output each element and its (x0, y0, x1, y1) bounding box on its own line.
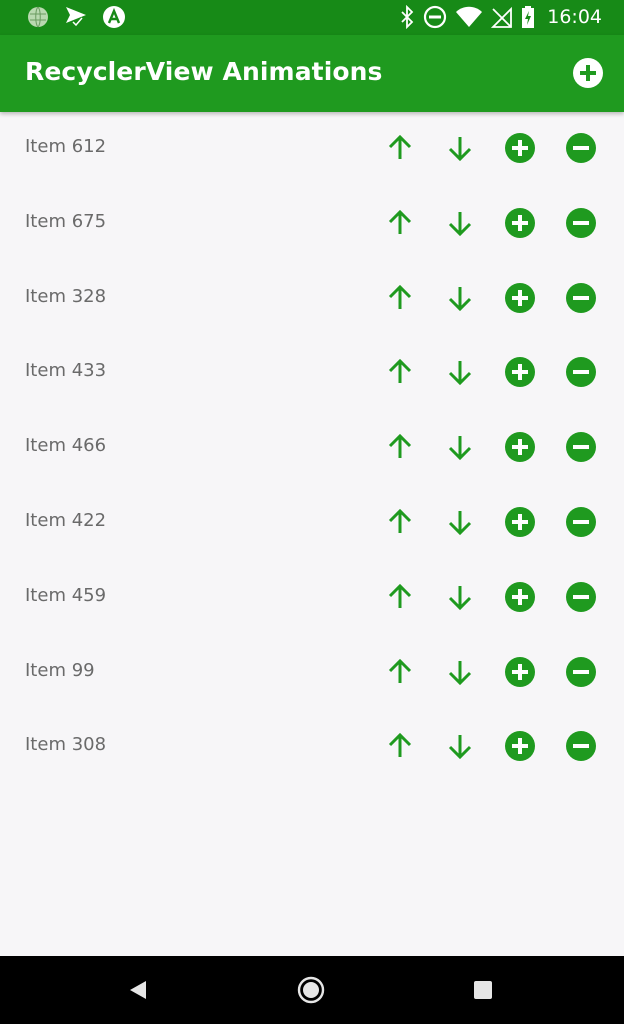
status-right-icons: 16:04 (391, 5, 602, 29)
no-signal-icon (491, 6, 513, 28)
send-check-icon (66, 7, 86, 27)
add-circle-icon[interactable] (504, 656, 536, 688)
item-label: Item 675 (25, 210, 107, 232)
add-circle-icon[interactable] (504, 431, 536, 463)
arrow-up-icon[interactable] (384, 356, 416, 388)
add-circle-icon[interactable] (504, 730, 536, 762)
arrow-up-icon[interactable] (384, 207, 416, 239)
list-item: Item 328 (0, 262, 624, 337)
add-circle-icon[interactable] (504, 581, 536, 613)
list-item: Item 459 (0, 561, 624, 636)
list-item: Item 612 (0, 112, 624, 187)
add-circle-icon[interactable] (504, 506, 536, 538)
remove-circle-icon[interactable] (565, 656, 597, 688)
remove-circle-icon[interactable] (565, 581, 597, 613)
arrow-down-icon[interactable] (444, 730, 476, 762)
remove-circle-icon[interactable] (565, 730, 597, 762)
arrow-down-icon[interactable] (444, 581, 476, 613)
remove-circle-icon[interactable] (565, 282, 597, 314)
arrow-down-icon[interactable] (444, 431, 476, 463)
list-item: Item 433 (0, 336, 624, 411)
bluetooth-icon (401, 5, 414, 29)
list-item: Item 422 (0, 486, 624, 561)
arrow-down-icon[interactable] (444, 132, 476, 164)
list-item: Item 308 (0, 710, 624, 785)
list-item: Item 99 (0, 636, 624, 711)
remove-circle-icon[interactable] (565, 506, 597, 538)
globe-icon (28, 6, 48, 28)
item-label: Item 422 (25, 509, 107, 531)
arrow-up-icon[interactable] (384, 431, 416, 463)
back-icon[interactable] (126, 978, 150, 1002)
item-label: Item 459 (25, 584, 107, 606)
a-alert-icon (103, 6, 125, 28)
arrow-up-icon[interactable] (384, 132, 416, 164)
remove-circle-icon[interactable] (565, 356, 597, 388)
item-label: Item 612 (25, 136, 107, 157)
arrow-down-icon[interactable] (444, 356, 476, 388)
remove-circle-icon[interactable] (565, 431, 597, 463)
arrow-up-icon[interactable] (384, 282, 416, 314)
remove-circle-icon[interactable] (565, 207, 597, 239)
arrow-down-icon[interactable] (444, 207, 476, 239)
battery-charging-icon (522, 6, 535, 28)
home-icon[interactable] (296, 975, 326, 1005)
add-circle-icon[interactable] (572, 57, 604, 89)
arrow-up-icon[interactable] (384, 506, 416, 538)
add-circle-icon[interactable] (504, 207, 536, 239)
item-label: Item 99 (25, 659, 95, 681)
arrow-down-icon[interactable] (444, 506, 476, 538)
screen: 16:04 RecyclerView Animations Item 612 I… (0, 0, 624, 1024)
navigation-bar (0, 956, 624, 1024)
item-label: Item 466 (25, 435, 107, 457)
remove-circle-icon[interactable] (565, 132, 597, 164)
wifi-icon (456, 6, 483, 27)
arrow-up-icon[interactable] (384, 656, 416, 688)
item-label: Item 328 (25, 285, 107, 307)
recents-icon[interactable] (472, 980, 494, 1000)
item-list[interactable]: Item 612 Item 675 Item 328 Item 433 Item… (0, 112, 624, 785)
item-label: Item 308 (25, 734, 107, 756)
arrow-down-icon[interactable] (444, 282, 476, 314)
status-clock: 16:04 (547, 6, 602, 28)
list-item: Item 675 (0, 187, 624, 262)
add-circle-icon[interactable] (504, 282, 536, 314)
status-bar: 16:04 (0, 0, 624, 35)
arrow-up-icon[interactable] (384, 730, 416, 762)
app-title: RecyclerView Animations (25, 57, 383, 86)
do-not-disturb-icon (424, 5, 447, 29)
arrow-down-icon[interactable] (444, 656, 476, 688)
list-item: Item 466 (0, 411, 624, 486)
status-left-icons (26, 5, 140, 29)
app-bar: RecyclerView Animations (0, 35, 624, 112)
add-circle-icon[interactable] (504, 356, 536, 388)
arrow-up-icon[interactable] (384, 581, 416, 613)
item-label: Item 433 (25, 360, 107, 382)
add-circle-icon[interactable] (504, 132, 536, 164)
